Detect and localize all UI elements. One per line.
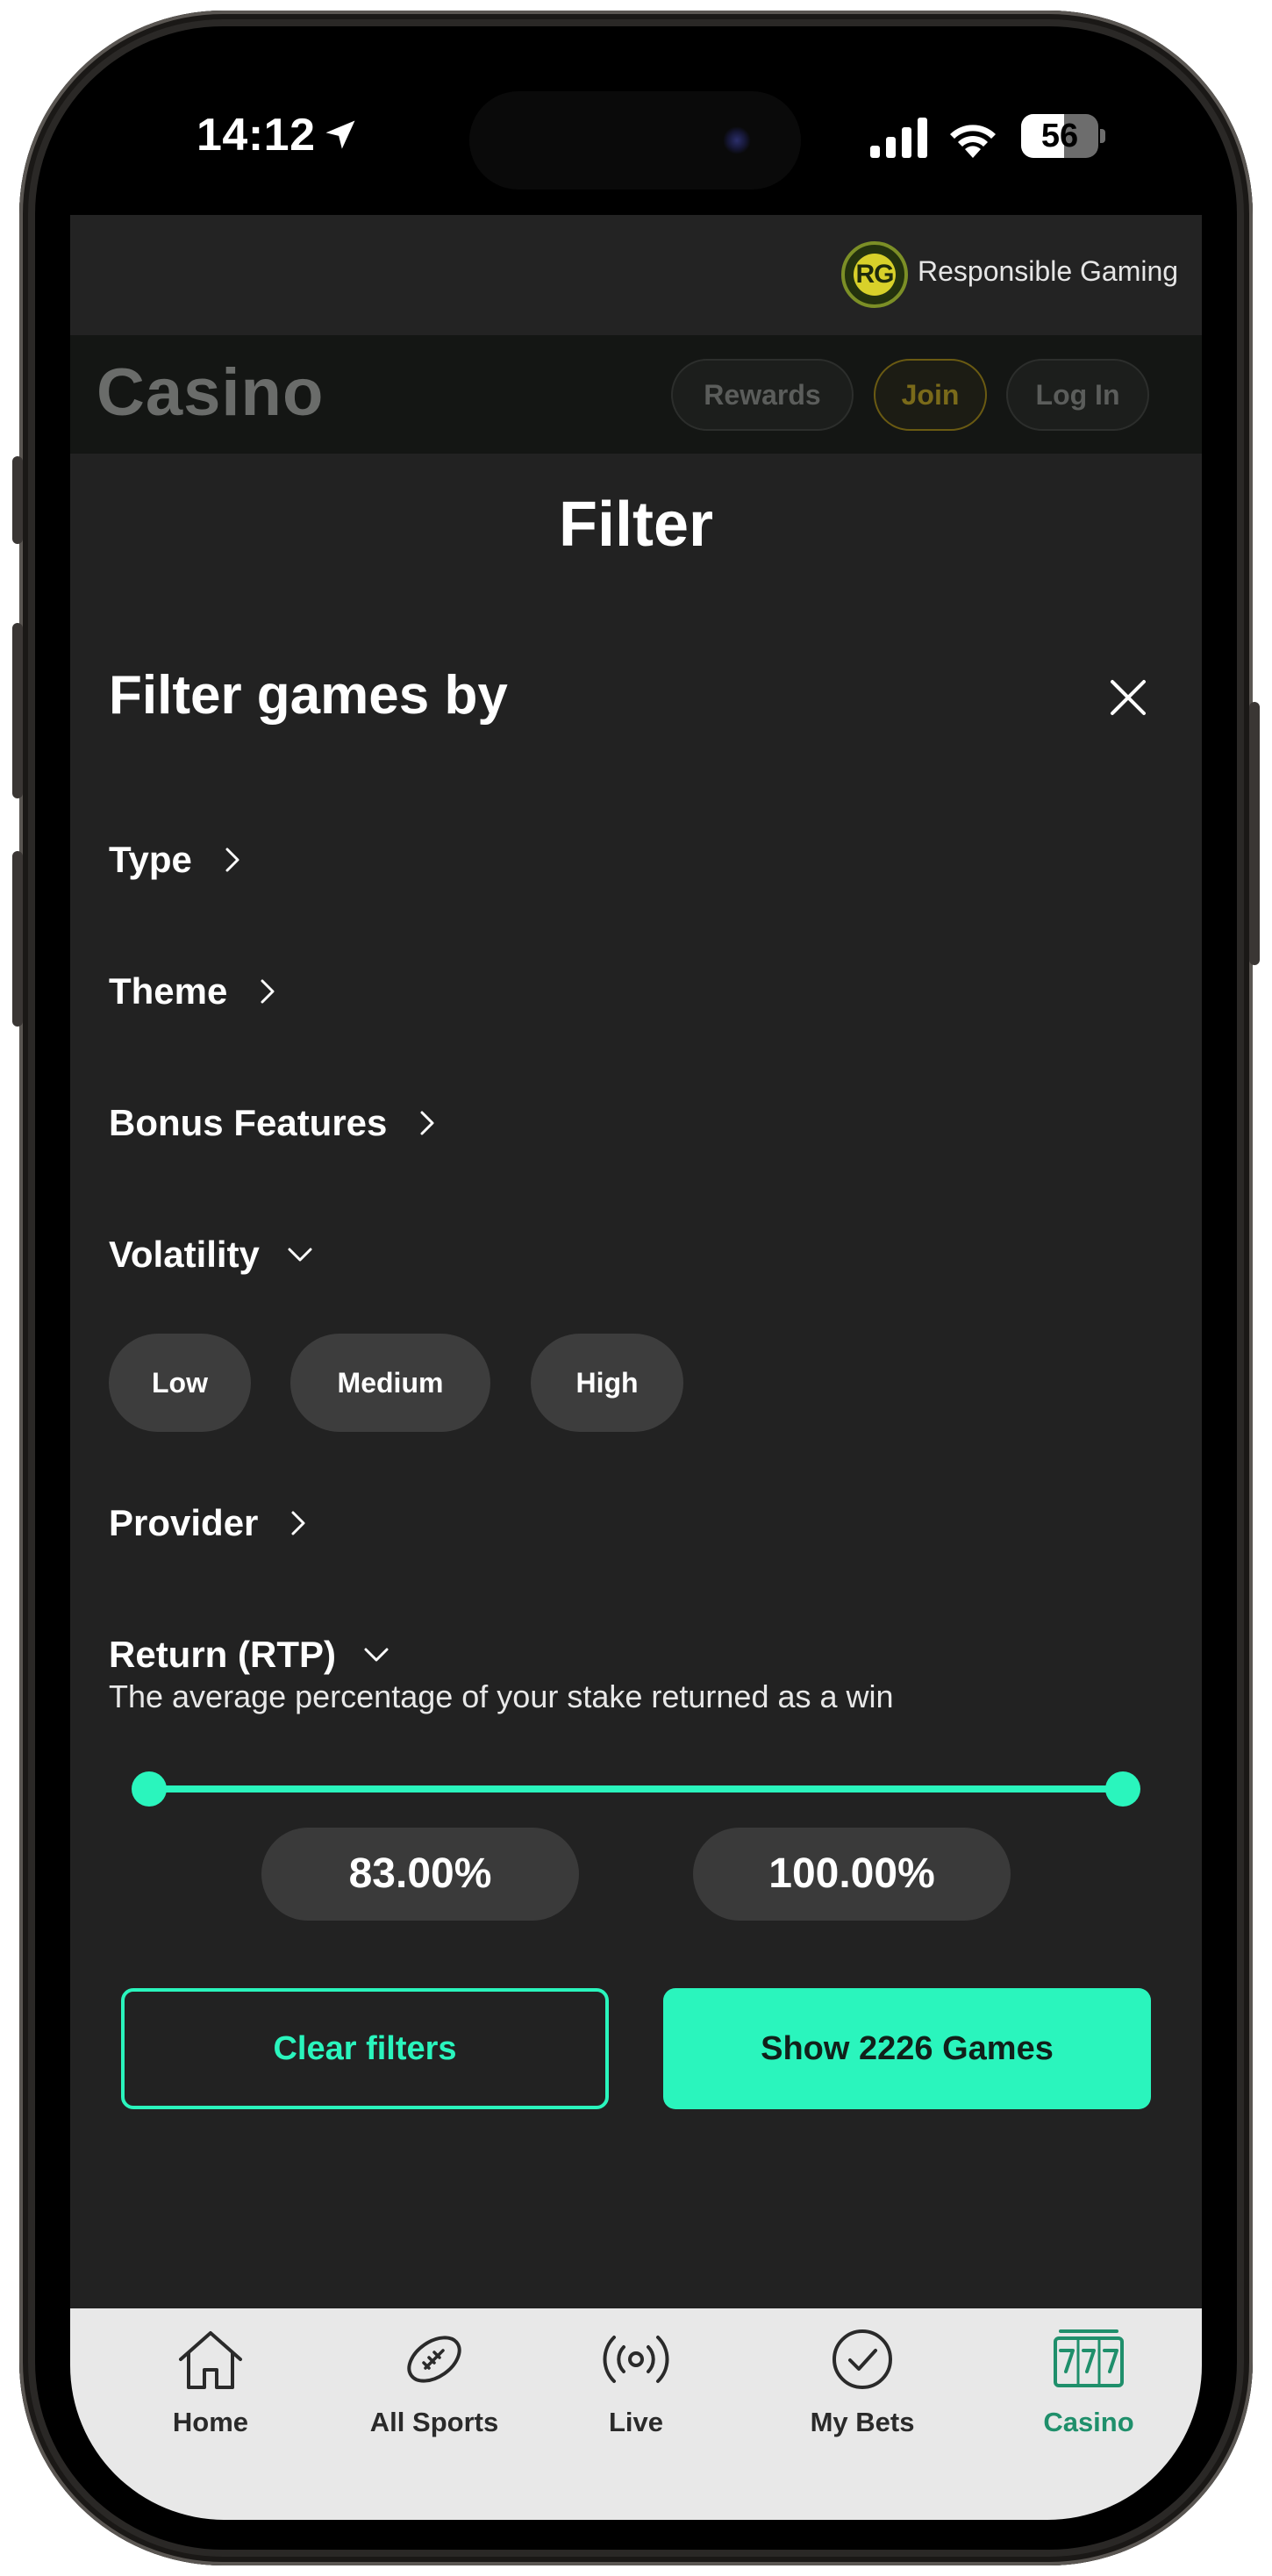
section-bonus-features[interactable]: Bonus Features bbox=[109, 1097, 441, 1149]
battery-body: 56 bbox=[1021, 114, 1098, 158]
section-type[interactable]: Type bbox=[109, 834, 247, 886]
section-volatility-label: Volatility bbox=[109, 1234, 260, 1275]
cellular-signal-icon bbox=[870, 118, 927, 158]
rtp-slider-max-handle[interactable] bbox=[1105, 1771, 1140, 1807]
login-button[interactable]: Log In bbox=[1006, 359, 1149, 431]
chevron-right-icon bbox=[420, 1111, 434, 1135]
nav-my-bets-label: My Bets bbox=[810, 2407, 915, 2437]
site-header: Casino Rewards Join Log In bbox=[70, 335, 1202, 454]
battery-icon: 56 bbox=[1021, 114, 1105, 158]
status-time: 14:12 bbox=[197, 110, 316, 161]
chevron-down-icon bbox=[364, 1648, 389, 1662]
nav-home[interactable]: Home bbox=[114, 2326, 307, 2438]
clear-filters-button[interactable]: Clear filters bbox=[121, 1988, 609, 2109]
football-icon bbox=[407, 2336, 461, 2383]
responsible-gaming-bar: RG Responsible Gaming bbox=[70, 215, 1202, 335]
nav-all-sports[interactable]: All Sports bbox=[338, 2326, 531, 2438]
nav-my-bets[interactable]: My Bets bbox=[766, 2326, 959, 2438]
volatility-medium-chip[interactable]: Medium bbox=[290, 1334, 490, 1432]
section-provider-label: Provider bbox=[109, 1502, 259, 1543]
close-icon[interactable] bbox=[1102, 671, 1154, 724]
volume-up-button bbox=[12, 623, 23, 798]
filter-sheet: Filter Filter games by Type Theme Bonus … bbox=[70, 454, 1202, 2307]
action-button bbox=[12, 456, 23, 544]
filter-heading: Filter games by bbox=[109, 665, 508, 726]
chevron-down-icon bbox=[288, 1248, 312, 1262]
dynamic-island bbox=[469, 91, 801, 190]
show-games-button[interactable]: Show 2226 Games bbox=[663, 1988, 1151, 2109]
section-bonus-features-label: Bonus Features bbox=[109, 1102, 388, 1143]
section-type-label: Type bbox=[109, 839, 192, 880]
rewards-button[interactable]: Rewards bbox=[671, 359, 854, 431]
volatility-high-chip[interactable]: High bbox=[531, 1334, 683, 1432]
section-rtp[interactable]: Return (RTP) bbox=[109, 1628, 390, 1681]
volatility-low-chip[interactable]: Low bbox=[109, 1334, 251, 1432]
side-button bbox=[1249, 702, 1260, 965]
responsible-gaming-link[interactable]: Responsible Gaming bbox=[918, 255, 1178, 288]
slot-machine-icon bbox=[1054, 2329, 1124, 2387]
rtp-description: The average percentage of your stake ret… bbox=[109, 1678, 894, 1714]
join-button[interactable]: Join bbox=[874, 359, 987, 431]
rg-logo-text: RG bbox=[854, 254, 896, 296]
status-bar: 14:12 56 bbox=[70, 56, 1202, 215]
section-theme[interactable]: Theme bbox=[109, 965, 282, 1018]
screen: 14:12 56 RG Responsible Gaming Casino Re… bbox=[70, 56, 1202, 2520]
checkmark-circle-icon bbox=[833, 2329, 892, 2389]
nav-live-label: Live bbox=[608, 2407, 664, 2437]
section-rtp-label: Return (RTP) bbox=[109, 1634, 336, 1675]
location-arrow-icon bbox=[325, 120, 355, 149]
sheet-title: Filter bbox=[558, 490, 714, 560]
casino-app: RG Responsible Gaming Casino Rewards Joi… bbox=[70, 215, 1202, 2520]
volume-down-button bbox=[12, 851, 23, 1027]
wifi-icon bbox=[950, 125, 996, 158]
nav-casino-label: Casino bbox=[1043, 2407, 1134, 2437]
home-icon bbox=[179, 2331, 242, 2389]
battery-cap bbox=[1100, 129, 1105, 143]
nav-live[interactable]: Live bbox=[540, 2326, 732, 2438]
rtp-slider-track[interactable] bbox=[149, 1785, 1123, 1792]
rtp-max-input[interactable]: 100.00% bbox=[693, 1828, 1011, 1921]
rtp-slider-min-handle[interactable] bbox=[132, 1771, 167, 1807]
live-broadcast-icon bbox=[603, 2336, 669, 2383]
nav-casino[interactable]: Casino bbox=[992, 2326, 1185, 2438]
rtp-min-input[interactable]: 83.00% bbox=[261, 1828, 579, 1921]
responsible-gaming-logo[interactable]: RG bbox=[841, 241, 908, 308]
chevron-right-icon bbox=[261, 979, 275, 1004]
section-theme-label: Theme bbox=[109, 970, 228, 1012]
section-provider[interactable]: Provider bbox=[109, 1497, 312, 1549]
nav-all-sports-label: All Sports bbox=[369, 2407, 499, 2437]
brand-logo[interactable]: Casino bbox=[96, 354, 324, 431]
chevron-right-icon bbox=[225, 848, 239, 872]
bottom-nav: Home All Sports Live My Bets Casino bbox=[70, 2308, 1202, 2520]
battery-percent: 56 bbox=[1040, 118, 1079, 154]
nav-home-label: Home bbox=[172, 2407, 249, 2437]
section-volatility[interactable]: Volatility bbox=[109, 1228, 314, 1281]
front-camera bbox=[723, 126, 751, 154]
chevron-right-icon bbox=[291, 1511, 305, 1535]
